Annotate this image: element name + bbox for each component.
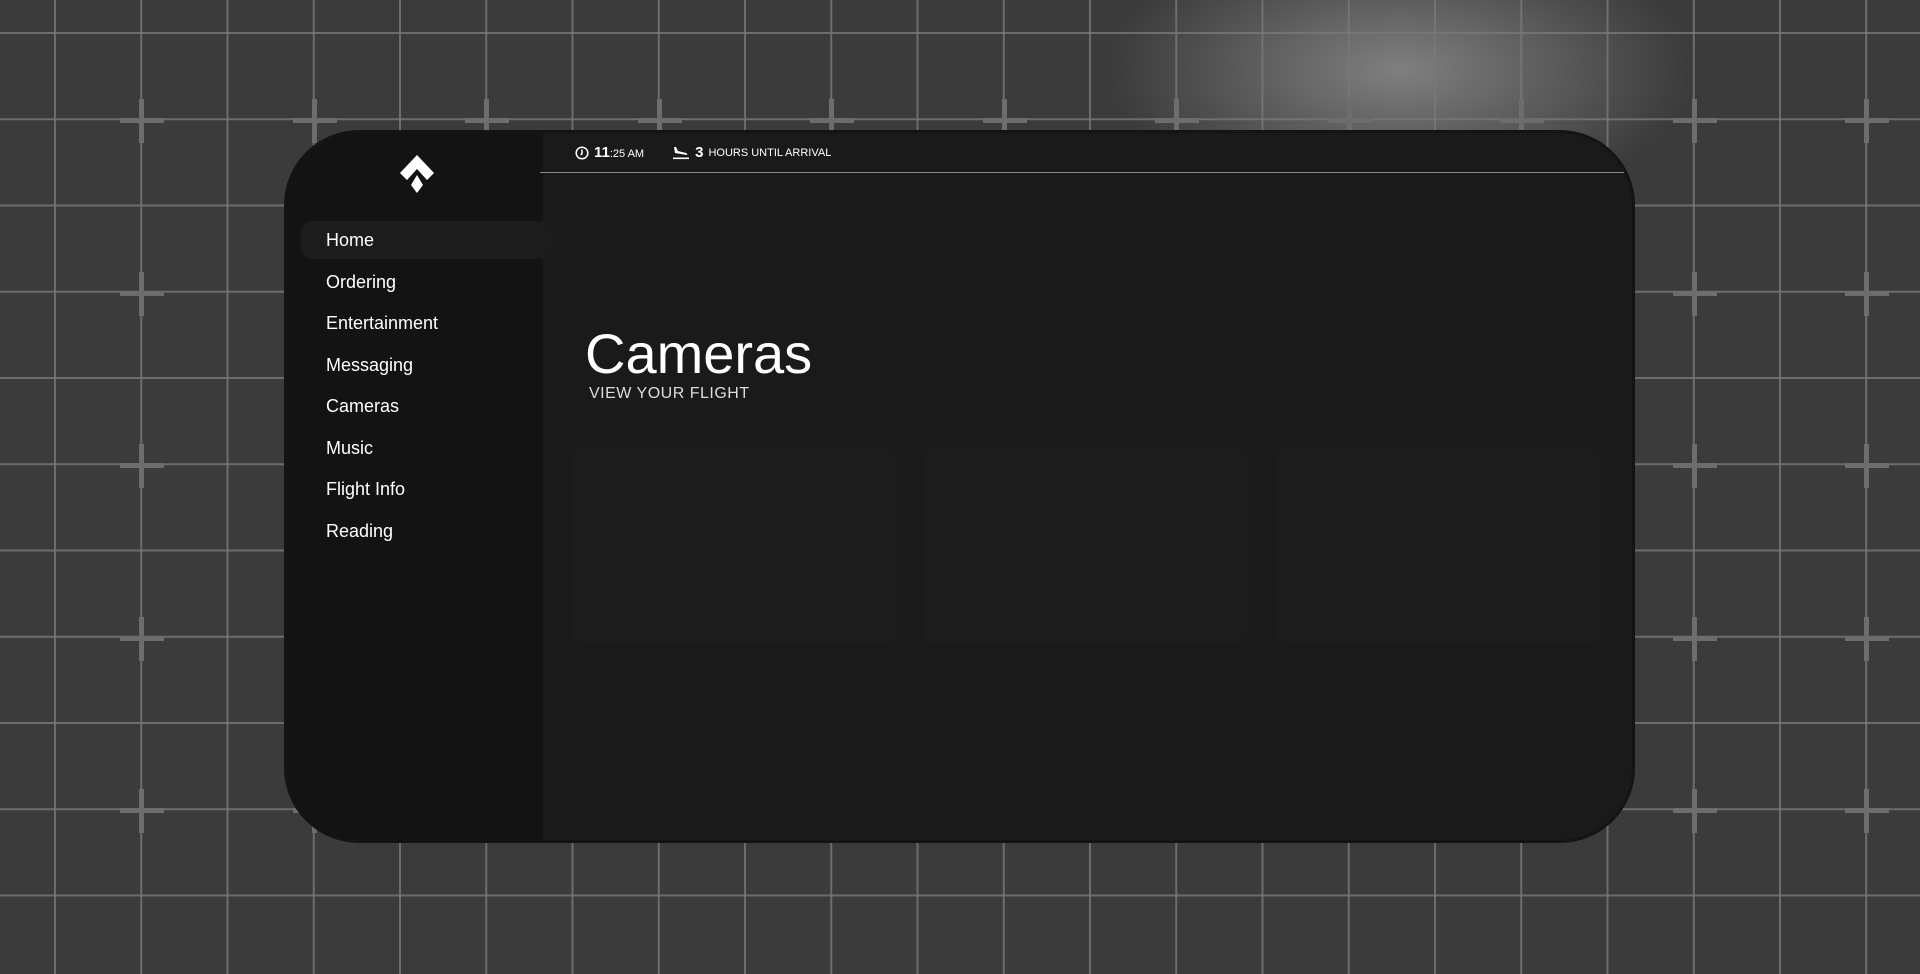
grid-cross — [1672, 789, 1717, 833]
sidebar-item-music[interactable]: Music — [301, 429, 531, 467]
grid-cross — [1845, 616, 1889, 661]
grid-cross — [1672, 271, 1717, 316]
time-hour: 11 — [594, 144, 610, 161]
arrival-info: 3 HOURS UNTIL ARRIVAL — [672, 144, 831, 161]
arrival-hours: 3 — [695, 144, 704, 161]
camera-card[interactable] — [1275, 448, 1601, 643]
grid-cross — [1845, 271, 1889, 316]
grid-cross — [1845, 99, 1889, 143]
grid-cross — [1672, 99, 1717, 143]
grid-cross — [1672, 616, 1717, 661]
grid-cross — [1672, 444, 1717, 488]
sidebar-item-reading[interactable]: Reading — [301, 512, 531, 550]
sidebar-item-flight-info[interactable]: Flight Info — [301, 470, 531, 508]
sidebar: Home Ordering Entertainment Messaging Ca… — [287, 133, 551, 840]
time-rest: :25 AM — [609, 148, 645, 160]
arrival-label: HOURS UNTIL ARRIVAL — [708, 146, 832, 159]
plane-landing-icon — [673, 146, 690, 159]
clock: 11:25 AM — [575, 144, 644, 161]
camera-card[interactable] — [571, 448, 897, 643]
sidebar-item-ordering[interactable]: Ordering — [301, 263, 531, 301]
sidebar-item-cameras[interactable]: Cameras — [301, 387, 531, 425]
status-bar: 11:25 AM 3 HOURS UNTIL ARRIVAL — [540, 133, 1624, 173]
grid-cross — [1845, 789, 1889, 833]
app-window: Home Ordering Entertainment Messaging Ca… — [287, 133, 1632, 840]
logo-icon — [400, 155, 434, 193]
grid-cross — [120, 444, 164, 488]
grid-cross — [120, 99, 164, 143]
sidebar-item-home[interactable]: Home — [301, 221, 551, 259]
grid-cross — [1845, 444, 1889, 488]
camera-card[interactable] — [922, 448, 1248, 643]
sidebar-item-entertainment[interactable]: Entertainment — [301, 304, 531, 342]
grid-cross — [120, 271, 164, 316]
page-title: Cameras — [585, 322, 813, 385]
grid-cross — [120, 616, 164, 661]
page-subtitle: VIEW YOUR FLIGHT — [589, 385, 750, 402]
grid-cross — [120, 789, 164, 833]
sidebar-item-messaging[interactable]: Messaging — [301, 346, 531, 384]
clock-icon — [575, 145, 589, 160]
